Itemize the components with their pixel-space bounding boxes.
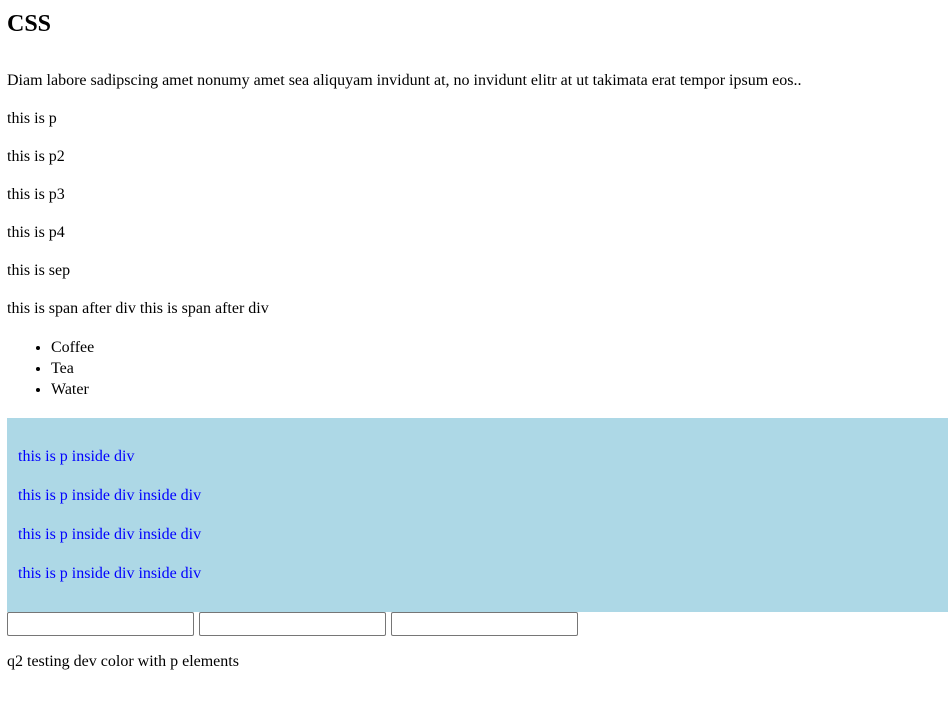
drinks-list: Coffee Tea Water [7,337,948,400]
page-title: CSS [7,11,52,37]
span-line: this is span after div this is span afte… [7,300,269,317]
list-item: Water [51,379,948,400]
paragraph-p3: this is p3 [7,186,65,203]
intro-paragraph: Diam labore sadipscing amet nonumy amet … [7,72,802,89]
paragraph-p2: this is p2 [7,148,65,165]
nested-div-paragraph: this is p inside div inside div [18,487,202,504]
div-paragraph: this is p inside div [18,448,135,465]
list-item: Tea [51,358,948,379]
text-input-3[interactable] [391,612,578,636]
paragraph-sep: this is sep [7,262,71,279]
footer-paragraph: q2 testing dev color with p elements [7,653,239,670]
list-item: Coffee [51,337,948,358]
input-row [7,612,948,636]
page: CSS Diam labore sadipscing amet nonumy a… [0,0,948,716]
paragraph-p: this is p [7,110,57,127]
nested-div-paragraph: this is p inside div inside div [18,526,202,543]
blue-div-box: this is p inside div this is p inside di… [7,418,948,612]
text-input-1[interactable] [7,612,194,636]
text-input-2[interactable] [199,612,386,636]
paragraph-p4: this is p4 [7,224,65,241]
nested-div-paragraph: this is p inside div inside div [18,565,202,582]
